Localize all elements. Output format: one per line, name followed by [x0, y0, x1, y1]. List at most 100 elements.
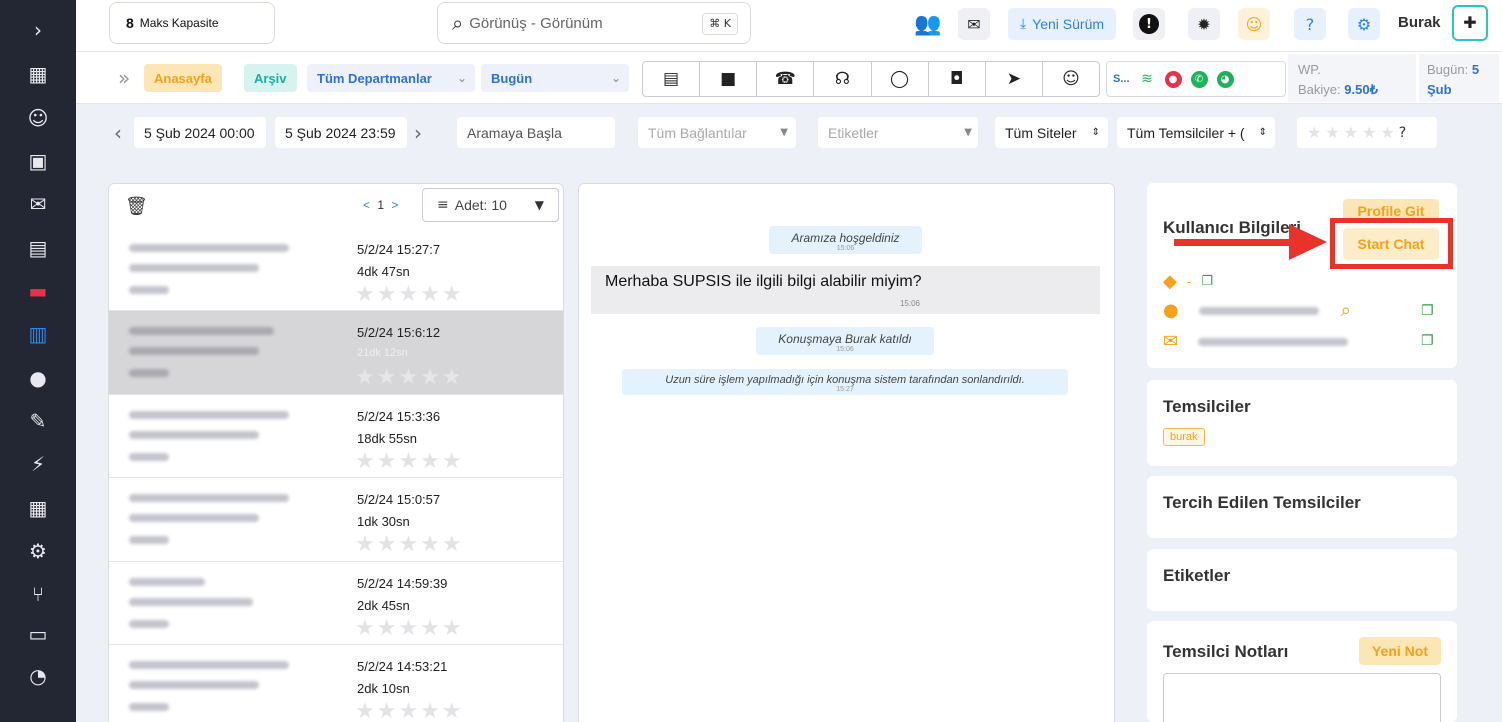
search-placeholder: Görünüş - Görünüm [469, 14, 603, 32]
new-note-button[interactable]: Yeni Not [1359, 637, 1441, 665]
agent-tag[interactable]: burak [1163, 428, 1205, 446]
pager-prev[interactable]: < [363, 198, 370, 212]
team-avatars-icon[interactable]: 👥 [912, 8, 944, 40]
status-label[interactable]: S... [1113, 73, 1130, 85]
double-chevron-icon[interactable]: » [118, 66, 130, 90]
copy-icon[interactable]: ❐ [1421, 333, 1434, 349]
annotation-highlight-box [1330, 218, 1453, 269]
list-item[interactable]: 5/2/24 14:59:39 2dk 45sn ★★★★★ [109, 562, 563, 645]
home-tab[interactable]: Anasayfa [144, 64, 222, 92]
user-avatar[interactable]: ✚ [1452, 5, 1488, 41]
list-item[interactable]: 5/2/24 15:6:12 21dk 12sn ★★★★★ [109, 311, 563, 395]
next-date-icon[interactable]: › [414, 121, 422, 145]
rating-stars[interactable]: ★★★★★ [355, 616, 464, 641]
list-item[interactable]: 5/2/24 15:3:36 18dk 55sn ★★★★★ [109, 395, 563, 479]
rating-stars[interactable]: ★★★★★ [355, 532, 464, 557]
card-icon[interactable]: ▭ [24, 620, 52, 648]
caret-down-icon: ▼ [534, 198, 544, 212]
contact-name-redacted [129, 577, 205, 586]
chat-transcript: Aramıza hoşgeldiniz 15:06 Merhaba SUPSIS… [578, 183, 1115, 722]
tags-select[interactable]: Etiketler ▼ [818, 117, 978, 148]
list-item[interactable]: 5/2/24 14:53:21 2dk 10sn ★★★★★ [109, 645, 563, 722]
grid-icon[interactable]: ▦ [24, 494, 52, 522]
sub-bar: » Anasayfa Arşiv Tüm Departmanlar ⌄ Bugü… [76, 52, 1502, 104]
envelope-icon[interactable]: ✉ [958, 8, 990, 40]
chat-bubbles-icon[interactable]: ▦ [24, 60, 52, 88]
rating-stars[interactable]: ★★★★★ [355, 365, 464, 390]
bug-icon[interactable]: ✹ [1188, 8, 1220, 40]
bot-icon[interactable]: ☺ [24, 104, 52, 132]
pie-chart-icon[interactable]: ◔ [24, 662, 52, 690]
notes-textarea[interactable] [1163, 673, 1441, 722]
department-select[interactable]: Tüm Departmanlar ⌄ [307, 64, 475, 92]
contact-name-redacted [129, 410, 289, 419]
list-item[interactable]: 5/2/24 15:0:57 1dk 30sn ★★★★★ [109, 478, 563, 562]
date-range-select[interactable]: Bugün ⌄ [481, 64, 629, 92]
settings-gear-icon[interactable]: ⚙ [24, 537, 52, 565]
chat-channel-icon[interactable]: ▤ [643, 62, 701, 96]
sites-select[interactable]: Tüm Siteler ⇕ [995, 117, 1108, 148]
whatsapp-channel-icon[interactable]: ◯ [872, 62, 929, 96]
list-header: 🗑 < 1 > ≡ Adet: 10 ▼ [109, 184, 563, 228]
share-icon[interactable]: ⑂ [24, 580, 52, 608]
copy-icon[interactable]: ❐ [1201, 274, 1213, 289]
search-icon: ⌕ [452, 11, 464, 35]
contacts-icon[interactable]: ▣ [24, 147, 52, 175]
contact-phone-redacted [129, 264, 259, 272]
pager-page[interactable]: 1 [377, 198, 384, 212]
global-search[interactable]: ⌕ Görünüş - Görünüm ⌘ K [437, 2, 751, 44]
ended-time: 15:27 [836, 386, 854, 393]
sort-icon: ⇕ [1258, 127, 1267, 138]
edit-icon[interactable]: ✎ [24, 407, 52, 435]
user-message-text: Merhaba SUPSIS ile ilgili bilgi alabilir… [605, 273, 922, 290]
call-search-input[interactable]: Aramaya Başla [457, 117, 615, 148]
ticket-icon[interactable]: ▬ [24, 277, 52, 305]
inbox-icon[interactable]: ▥ [24, 320, 52, 348]
users-icon[interactable]: ● [24, 364, 52, 392]
instagram-channel-icon[interactable]: ◘ [929, 62, 986, 96]
list-item[interactable]: 5/2/24 15:27:7 4dk 47sn ★★★★★ [109, 228, 563, 312]
help-icon[interactable]: ? [1294, 8, 1326, 40]
phone-channel-icon[interactable]: ☎ [757, 62, 815, 96]
search-icon[interactable]: ⌕ [1341, 300, 1351, 321]
user-name[interactable]: Burak [1398, 14, 1441, 31]
video-channel-icon[interactable]: ■ [700, 62, 758, 96]
system-message: Aramıza hoşgeldiniz 15:06 [769, 226, 922, 254]
balance-value: 9.50₺ [1344, 82, 1378, 97]
person-icon: ● [1163, 300, 1179, 321]
trash-icon[interactable]: 🗑 [125, 196, 148, 217]
agent-redacted [129, 452, 169, 461]
contact-phone-redacted [129, 347, 259, 356]
record-icon: ● [1164, 70, 1182, 88]
telegram-channel-icon[interactable]: ➤ [986, 62, 1043, 96]
mail-icon[interactable]: ✉ [24, 190, 52, 218]
new-version-button[interactable]: ⤓ Yeni Sürüm [1008, 8, 1116, 40]
connections-select[interactable]: Tüm Bağlantılar ▼ [638, 117, 796, 148]
balance-label: Bakiye: [1298, 82, 1341, 97]
alert-icon[interactable]: ! [1133, 8, 1165, 40]
clipboard-icon[interactable]: ▤ [24, 234, 52, 262]
pager-next[interactable]: > [391, 198, 398, 212]
agents-select[interactable]: Tüm Temsilciler + ( ⇕ [1117, 117, 1275, 148]
row-duration: 18dk 55sn [357, 430, 417, 446]
prev-date-icon[interactable]: ‹ [114, 121, 122, 145]
capacity-box[interactable]: 8 Maks Kapasite [109, 2, 275, 44]
headset-channel-icon[interactable]: ☊ [814, 62, 872, 96]
lightning-icon[interactable]: ⚡ [24, 450, 52, 478]
per-page-select[interactable]: ≡ Adet: 10 ▼ [422, 188, 559, 222]
row-date: 5/2/24 15:6:12 [357, 325, 441, 341]
settings-icon[interactable]: ⚙ [1348, 8, 1380, 40]
row-date: 5/2/24 14:53:21 [357, 658, 448, 674]
rating-stars[interactable]: ★★★★★ [355, 699, 464, 722]
copy-icon[interactable]: ❐ [1421, 303, 1434, 319]
feedback-icon[interactable]: ☺ [1238, 8, 1270, 40]
bot-channel-icon[interactable]: ☺ [1043, 62, 1099, 96]
expand-chevron-icon[interactable]: › [24, 16, 52, 44]
end-date-field[interactable]: 5 Şub 2024 23:59 [275, 117, 407, 148]
rating-stars[interactable]: ★★★★★ [355, 449, 464, 474]
archive-tab[interactable]: Arşiv [244, 64, 297, 92]
rating-stars[interactable]: ★★★★★ [355, 282, 464, 307]
rating-filter[interactable]: ★★★★★? [1297, 117, 1437, 148]
start-date-field[interactable]: 5 Şub 2024 00:00 [134, 117, 266, 148]
agent-redacted [129, 619, 169, 628]
